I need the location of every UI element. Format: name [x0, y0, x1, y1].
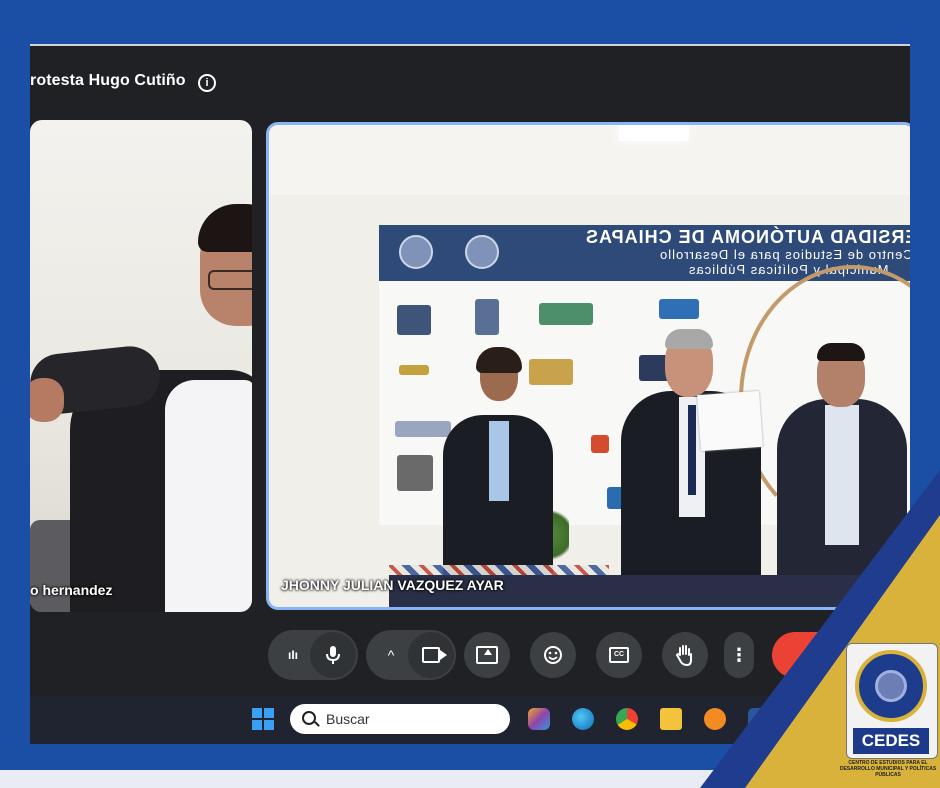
- cedes-subtitle: CENTRO DE ESTUDIOS PARA EL DESARROLLO MU…: [839, 760, 937, 778]
- person-tie-speaker: [688, 405, 696, 495]
- institution-seal-icon: [465, 235, 499, 269]
- phone-hangup-icon: ☎: [804, 644, 830, 667]
- inafed-logo-icon: [395, 421, 451, 437]
- audio-control-group: ıIı: [268, 630, 358, 680]
- ceiling: [269, 125, 910, 195]
- meeting-title: rotesta Hugo Cutiño: [30, 72, 186, 89]
- banner-title: ERSIDAD AUTÓNOMA DE CHIAPAS: [584, 227, 910, 247]
- meet-window: rotesta Hugo Cutiño i o hernandez ERSIDA…: [30, 44, 910, 744]
- frame-bottom: [0, 770, 940, 788]
- cedes-emblem-icon: [855, 650, 927, 722]
- participant-tile-right[interactable]: ERSIDAD AUTÓNOMA DE CHIAPAS Centro de Es…: [266, 122, 910, 610]
- person-hair: [198, 204, 252, 252]
- microphone-button[interactable]: [310, 632, 356, 678]
- search-icon: [302, 711, 316, 725]
- banner-subtitle-line1: Centro de Estudios para el Desarrollo: [659, 247, 910, 262]
- chrome-browser-icon[interactable]: [616, 708, 638, 730]
- m-logo-icon: [475, 299, 499, 335]
- person-hair-speaker: [665, 329, 713, 349]
- mexico-guatemala-logo-icon: [539, 303, 593, 325]
- emoji-icon: [544, 646, 562, 664]
- captions-icon: CC: [609, 647, 629, 663]
- person-glasses: [208, 270, 252, 290]
- camera-button[interactable]: [408, 632, 454, 678]
- captions-button[interactable]: CC: [596, 632, 642, 678]
- cdm-logo-icon: [399, 365, 429, 375]
- copilot-icon[interactable]: [528, 708, 550, 730]
- edge-browser-icon[interactable]: [572, 708, 594, 730]
- raise-hand-button[interactable]: [662, 632, 708, 678]
- participant-name-label: JHONNY JULIAN VAZQUEZ AYAR: [281, 577, 504, 593]
- cedes-logo-badge: CEDES: [846, 643, 938, 759]
- present-icon: [476, 646, 498, 664]
- video-control-group: ^: [366, 630, 456, 680]
- participant-name-label: o hernandez: [30, 582, 113, 598]
- document-paper: [697, 390, 763, 452]
- cedes-name: CEDES: [853, 728, 929, 754]
- file-explorer-icon[interactable]: [660, 708, 682, 730]
- university-logo-icon: [397, 455, 433, 491]
- taskbar-search-box[interactable]: Buscar: [290, 704, 510, 734]
- emoji-button[interactable]: [530, 632, 576, 678]
- present-screen-button[interactable]: [464, 632, 510, 678]
- window-top-edge: [30, 44, 910, 46]
- person-hair-woman: [476, 347, 522, 373]
- person-hair-right: [817, 343, 865, 361]
- search-placeholder: Buscar: [326, 711, 370, 727]
- windows-start-icon[interactable]: [252, 708, 274, 730]
- word-app-icon[interactable]: [748, 708, 770, 730]
- camera-icon: [422, 647, 447, 663]
- microphone-icon: [326, 646, 340, 664]
- person-shirt: [165, 380, 252, 612]
- info-icon[interactable]: i: [198, 74, 216, 92]
- more-vertical-icon: ⋮: [730, 645, 748, 665]
- brave-browser-icon[interactable]: [704, 708, 726, 730]
- person-shirt-woman: [489, 421, 509, 501]
- person-shirt-right: [825, 405, 859, 545]
- more-options-button[interactable]: ⋮: [724, 632, 754, 678]
- vhs-logo-icon: [659, 299, 699, 319]
- chiapas-logo-icon: [529, 359, 573, 385]
- raise-hand-icon: [675, 645, 692, 666]
- windows-taskbar: Buscar: [30, 696, 910, 744]
- participant-tile-left[interactable]: o hernandez: [30, 120, 252, 612]
- person-hand: [30, 378, 64, 422]
- conocer-logo-icon: [591, 435, 609, 453]
- flacso-logo-icon: [397, 305, 431, 335]
- ceiling-light: [619, 125, 689, 141]
- university-seal-icon: [399, 235, 433, 269]
